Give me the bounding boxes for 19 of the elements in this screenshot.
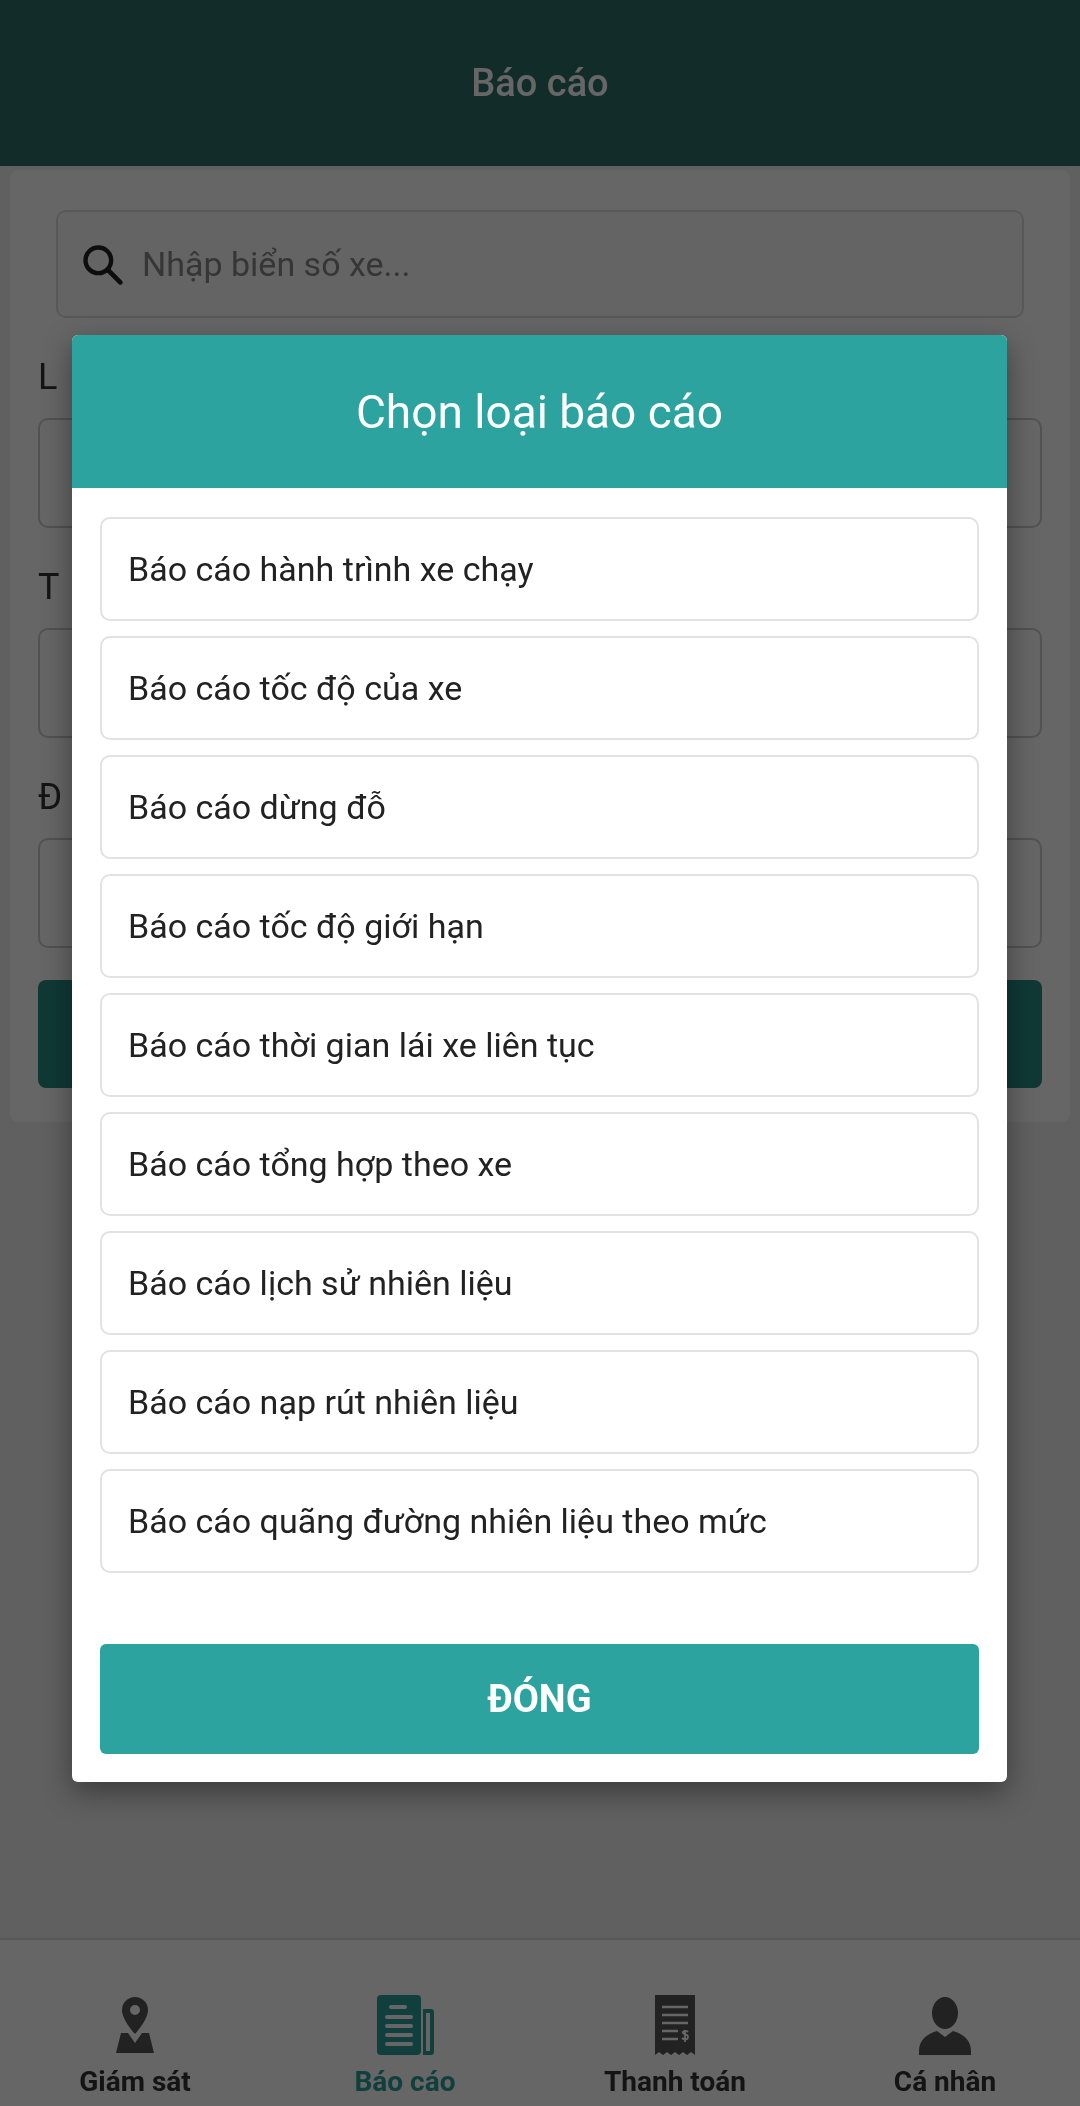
report-option[interactable]: Báo cáo tổng hợp theo xe — [100, 1112, 979, 1216]
field-label: L — [38, 356, 58, 398]
dialog-title: Chọn loại báo cáo — [355, 384, 724, 439]
report-option[interactable]: Báo cáo lịch sử nhiên liệu — [100, 1231, 979, 1335]
report-option[interactable]: Báo cáo tốc độ giới hạn — [100, 874, 979, 978]
map-pin-icon — [115, 1995, 155, 2055]
report-option[interactable]: Báo cáo hành trình xe chạy — [100, 517, 979, 621]
report-option[interactable]: Báo cáo nạp rút nhiên liệu — [100, 1350, 979, 1454]
newspaper-icon — [375, 1995, 435, 2055]
report-option[interactable]: Báo cáo tốc độ của xe — [100, 636, 979, 740]
field-label: Đ — [38, 776, 63, 818]
report-option[interactable]: Báo cáo dừng đỗ — [100, 755, 979, 859]
page-title: Báo cáo — [471, 61, 609, 105]
receipt-icon — [652, 1995, 698, 2055]
report-option[interactable]: Báo cáo quãng đường nhiên liệu theo mức — [100, 1469, 979, 1573]
person-icon — [917, 1995, 973, 2055]
search-icon — [80, 242, 124, 286]
field-label: T — [38, 566, 60, 608]
report-option[interactable]: Báo cáo thời gian lái xe liên tục — [100, 993, 979, 1097]
